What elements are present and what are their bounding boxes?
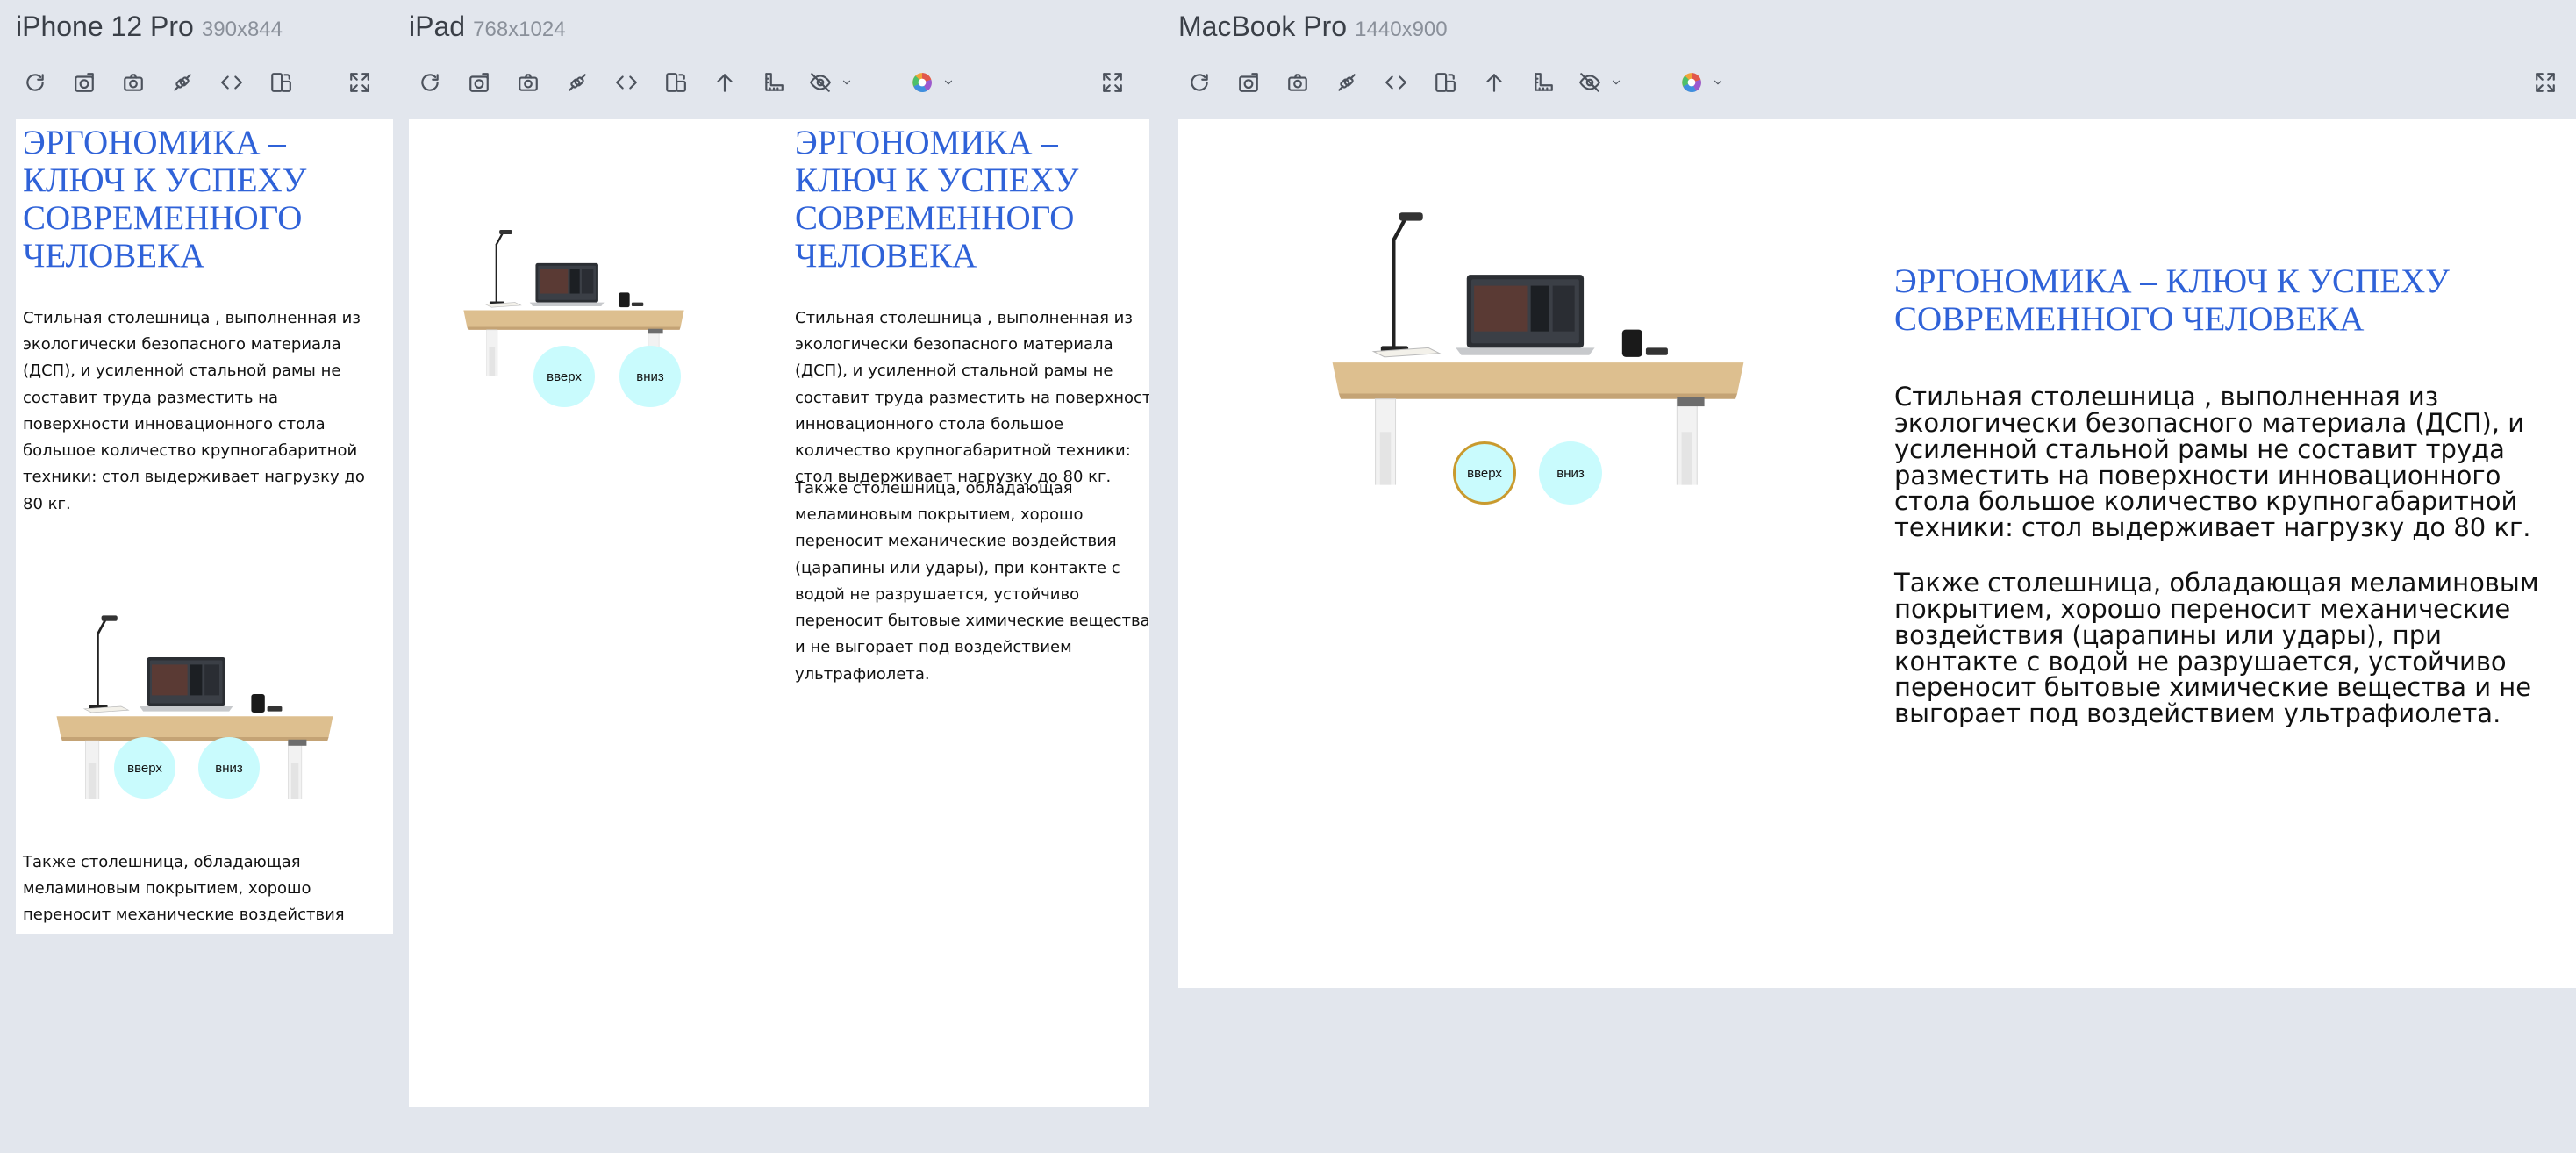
device-viewport[interactable]: ЭРГОНОМИКА – КЛЮЧ К УСПЕХУ СОВРЕМЕННОГО … xyxy=(16,119,393,934)
ruler-icon[interactable] xyxy=(1528,58,1559,107)
paragraph-2: Также столешница, обладающая меламиновым… xyxy=(795,479,1149,684)
paragraph-1: Стильная столешница , выполненная из эко… xyxy=(23,309,365,513)
desk-image xyxy=(1319,163,1757,514)
code-icon[interactable] xyxy=(611,58,642,107)
arrow-up-icon[interactable] xyxy=(1478,58,1510,107)
up-button[interactable]: вверх xyxy=(533,346,595,407)
device-size: 1440x900 xyxy=(1355,18,1448,41)
eye-off-icon[interactable] xyxy=(805,58,872,107)
screenshot-full-icon[interactable] xyxy=(1233,58,1264,107)
paragraph-2: Также столешница, обладающая меламиновым… xyxy=(23,853,348,934)
chevron-down-icon xyxy=(841,76,853,89)
device-name: iPhone 12 Pro xyxy=(16,11,194,42)
sync-icon[interactable] xyxy=(167,58,198,107)
sync-icon[interactable] xyxy=(1331,58,1363,107)
paragraph-1: Стильная столешница , выполненная из эко… xyxy=(1894,382,2531,543)
down-button[interactable]: вниз xyxy=(1539,441,1602,505)
device-title: iPad 768x1024 xyxy=(409,9,566,49)
device-iphone: iPhone 12 Pro 390x844 ЭРГОНОМИКА – КЛЮЧ … xyxy=(16,0,393,1153)
page-heading: ЭРГОНОМИКА – КЛЮЧ К УСПЕХУ СОВРЕМЕННОГО … xyxy=(1894,262,2450,338)
page-heading: ЭРГОНОМИКА – КЛЮЧ К УСПЕХУ СОВРЕМЕННОГО … xyxy=(23,124,307,275)
arrow-up-icon[interactable] xyxy=(709,58,741,107)
sync-icon[interactable] xyxy=(562,58,593,107)
device-toolbar xyxy=(1178,58,2576,107)
device-name: iPad xyxy=(409,11,466,42)
up-button[interactable]: вверх xyxy=(114,737,175,799)
chevron-down-icon xyxy=(1712,76,1724,89)
device-macbook: MacBook Pro 1440x900 вверх вниз ЭРГОНОМИ… xyxy=(1178,0,2576,1153)
fullscreen-icon[interactable] xyxy=(2529,58,2561,107)
camera-icon[interactable] xyxy=(512,58,544,107)
device-title: iPhone 12 Pro 390x844 xyxy=(16,9,283,49)
device-size: 768x1024 xyxy=(473,18,566,41)
device-title: MacBook Pro 1440x900 xyxy=(1178,9,1448,49)
color-wheel-icon[interactable] xyxy=(1677,58,1743,107)
code-icon[interactable] xyxy=(216,58,247,107)
device-ipad: iPad 768x1024 вверх вниз ЭРГОНОМИКА – КЛ… xyxy=(409,0,1149,1153)
device-viewport[interactable]: вверх вниз ЭРГОНОМИКА – КЛЮЧ К УСПЕХУ СО… xyxy=(409,119,1149,1107)
up-button[interactable]: вверх xyxy=(1453,441,1516,505)
down-button[interactable]: вниз xyxy=(198,737,260,799)
page-heading: ЭРГОНОМИКА – КЛЮЧ К УСПЕХУ СОВРЕМЕННОГО … xyxy=(795,124,1079,275)
device-toolbar xyxy=(16,58,393,107)
desk-image xyxy=(47,576,342,825)
device-size: 390x844 xyxy=(201,18,283,41)
rotate-icon[interactable] xyxy=(660,58,691,107)
down-button[interactable]: вниз xyxy=(619,346,681,407)
rotate-icon[interactable] xyxy=(265,58,297,107)
device-toolbar xyxy=(409,58,1149,107)
ruler-icon[interactable] xyxy=(758,58,790,107)
rotate-icon[interactable] xyxy=(1429,58,1461,107)
camera-icon[interactable] xyxy=(1282,58,1313,107)
eye-off-icon[interactable] xyxy=(1575,58,1642,107)
fullscreen-icon[interactable] xyxy=(344,58,376,107)
device-name: MacBook Pro xyxy=(1178,11,1348,42)
reload-icon[interactable] xyxy=(414,58,446,107)
screenshot-full-icon[interactable] xyxy=(68,58,100,107)
screenshot-full-icon[interactable] xyxy=(463,58,495,107)
device-viewport[interactable]: вверх вниз ЭРГОНОМИКА – КЛЮЧ К УСПЕХУ СО… xyxy=(1178,119,2576,988)
paragraph-2: Также столешница, обладающая меламиновым… xyxy=(1894,568,2539,729)
paragraph-1: Стильная столешница , выполненная из эко… xyxy=(795,309,1149,487)
camera-icon[interactable] xyxy=(118,58,149,107)
reload-icon[interactable] xyxy=(1184,58,1215,107)
code-icon[interactable] xyxy=(1380,58,1412,107)
chevron-down-icon xyxy=(942,76,955,89)
color-wheel-icon[interactable] xyxy=(907,58,974,107)
fullscreen-icon[interactable] xyxy=(1097,58,1128,107)
reload-icon[interactable] xyxy=(19,58,51,107)
chevron-down-icon xyxy=(1610,76,1622,89)
